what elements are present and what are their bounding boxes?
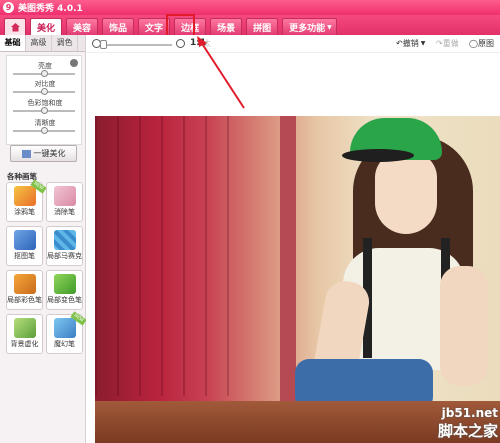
one-key-beautify-label: 一键美化 bbox=[33, 149, 66, 158]
app-logo-icon: 9 bbox=[3, 2, 14, 13]
subtab-advanced[interactable]: 高级 bbox=[26, 35, 52, 51]
home-tab[interactable] bbox=[4, 18, 26, 35]
tool-label: 背景虚化 bbox=[10, 340, 39, 348]
eraser-brush-tool[interactable]: 消除笔 bbox=[46, 182, 83, 222]
zoom-handle[interactable] bbox=[100, 40, 107, 49]
compare-icon: ◯ bbox=[469, 39, 478, 48]
contrast-slider[interactable] bbox=[13, 88, 75, 95]
doodle-pen-icon bbox=[13, 186, 36, 206]
watermark-domain: jb51.net bbox=[441, 406, 498, 420]
cutout-icon bbox=[13, 230, 36, 250]
tab-beautify[interactable]: 美化 bbox=[30, 18, 63, 35]
tab-decorations[interactable]: 饰品 bbox=[102, 18, 135, 35]
tab-collage[interactable]: 拼图 bbox=[246, 18, 279, 35]
chevron-down-icon: ▼ bbox=[327, 23, 332, 31]
home-icon bbox=[10, 23, 20, 32]
main-menu-bar: 美化 美容 饰品 文字 边框 场景 拼图 更多功能 ▼ bbox=[0, 15, 500, 35]
slider-handle[interactable] bbox=[41, 88, 48, 95]
photo-pole bbox=[280, 116, 296, 443]
tool-label: 涂鸦笔 bbox=[14, 208, 35, 216]
blur-icon bbox=[13, 318, 36, 338]
magic-brush-tool[interactable]: 魔幻笔 NEW bbox=[46, 311, 87, 354]
tab-scene[interactable]: 场景 bbox=[210, 18, 243, 35]
canvas-area: jb51.net 脚本之家 bbox=[86, 53, 500, 443]
tab-frame[interactable]: 边框 bbox=[174, 18, 207, 35]
more-features-label: 更多功能 bbox=[289, 23, 326, 34]
tab-more-features[interactable]: 更多功能 ▼ bbox=[282, 18, 337, 35]
mosaic-brush-tool[interactable]: 局部马赛克 bbox=[46, 226, 83, 266]
redo-icon: ↷ bbox=[436, 39, 443, 48]
adjust-sliders-panel: 亮度 对比度 色彩饱和度 清晰度 bbox=[6, 55, 82, 145]
fit-size-button[interactable]: 太 bbox=[203, 38, 211, 49]
photo-cap-brim bbox=[342, 149, 414, 162]
subtab-color-tone[interactable]: 调色 bbox=[52, 35, 78, 51]
original-label: 原图 bbox=[477, 39, 494, 48]
tool-label: 魔幻笔 bbox=[54, 340, 75, 348]
watermark: jb51.net 脚本之家 bbox=[438, 406, 498, 441]
zoom-slider[interactable] bbox=[106, 44, 172, 46]
tool-label: 局部彩色笔 bbox=[7, 296, 42, 304]
original-image-button[interactable]: ◯ 原图 bbox=[469, 38, 494, 49]
magic-image-icon bbox=[21, 149, 31, 158]
redo-label: 重做 bbox=[442, 39, 459, 48]
watermark-site: 脚本之家 bbox=[437, 422, 498, 440]
photo-face bbox=[375, 152, 437, 234]
undo-label: 撤销 bbox=[402, 39, 419, 48]
chevron-down-icon[interactable]: ▼ bbox=[421, 40, 426, 47]
tool-label: 抠图笔 bbox=[14, 252, 35, 260]
zoom-in-icon[interactable] bbox=[176, 39, 185, 48]
subtab-bar: 基础 高级 调色 bbox=[0, 35, 85, 52]
undo-button[interactable]: ↶ 撤销 ▼ bbox=[396, 38, 425, 49]
cutout-brush-tool[interactable]: 抠图笔 bbox=[6, 226, 43, 266]
tool-label: 局部马赛克 bbox=[47, 252, 82, 260]
tool-label: 局部变色笔 bbox=[47, 296, 82, 304]
app-window: 9 美图秀秀 4.0.1 美化 美容 饰品 文字 边框 场景 拼图 更多功能 ▼… bbox=[0, 0, 500, 443]
background-blur-tool[interactable]: 背景虚化 bbox=[6, 314, 43, 354]
tool-label: 消除笔 bbox=[54, 208, 75, 216]
mosaic-icon bbox=[53, 230, 76, 250]
tab-text[interactable]: 文字 bbox=[138, 18, 171, 35]
edited-photo[interactable] bbox=[95, 116, 500, 443]
subtab-basic[interactable]: 基础 bbox=[0, 35, 26, 51]
local-color-brush-tool[interactable]: 局部彩色笔 bbox=[6, 270, 43, 310]
redo-button[interactable]: ↷ 重做 bbox=[436, 38, 459, 49]
eraser-icon bbox=[53, 186, 76, 206]
brightness-slider[interactable] bbox=[13, 70, 75, 77]
slider-handle[interactable] bbox=[41, 70, 48, 77]
undo-icon: ↶ bbox=[396, 39, 403, 48]
magic-wand-icon bbox=[53, 318, 76, 338]
app-title: 美图秀秀 4.0.1 bbox=[18, 4, 83, 14]
sharpness-slider[interactable] bbox=[13, 127, 75, 134]
slider-handle[interactable] bbox=[41, 127, 48, 134]
left-panel: 基础 高级 调色 亮度 对比度 色彩饱和度 清晰度 一键美化 各种画笔 涂鸦笔 … bbox=[0, 35, 87, 443]
tab-beauty[interactable]: 美容 bbox=[66, 18, 99, 35]
slider-handle[interactable] bbox=[41, 107, 48, 114]
one-key-beautify-button[interactable]: 一键美化 bbox=[10, 145, 77, 162]
local-recolor-brush-tool[interactable]: 局部变色笔 bbox=[46, 270, 83, 310]
color-brush-icon bbox=[13, 274, 36, 294]
canvas-toolbar: 1:1 太 ↶ 撤销 ▼ ↷ 重做 ◯ 原图 bbox=[86, 35, 500, 53]
photo-arm-right bbox=[440, 266, 488, 386]
recolor-brush-icon bbox=[53, 274, 76, 294]
saturation-slider[interactable] bbox=[13, 107, 75, 114]
title-bar: 9 美图秀秀 4.0.1 bbox=[0, 0, 500, 15]
photo-wall bbox=[95, 116, 245, 396]
doodle-brush-tool[interactable]: 涂鸦笔 NEW bbox=[6, 179, 47, 222]
